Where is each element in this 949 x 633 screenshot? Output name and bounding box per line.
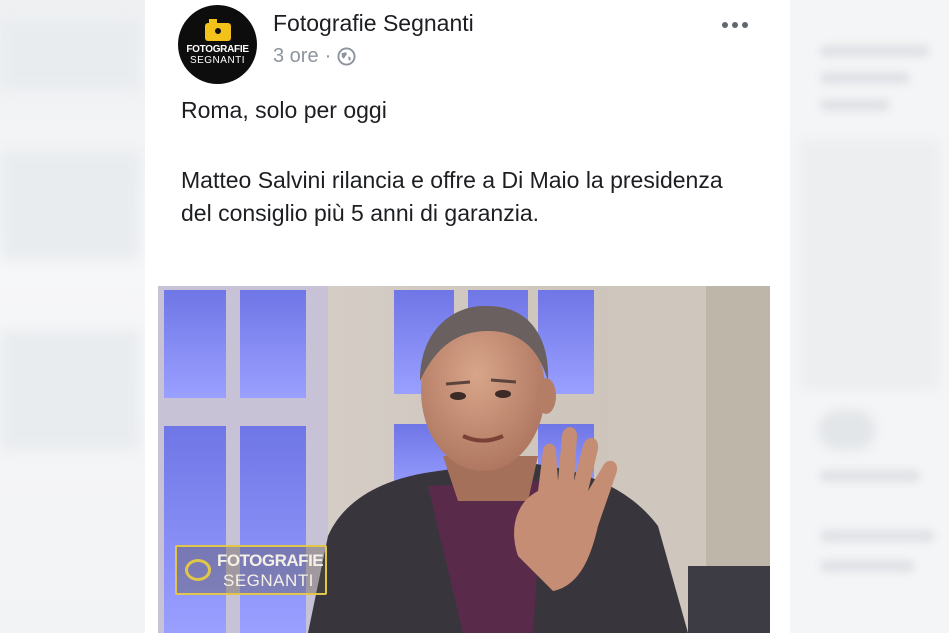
blurred-block xyxy=(0,20,140,90)
blurred-avatar xyxy=(818,410,876,450)
blurred-text xyxy=(820,45,930,57)
globe-icon xyxy=(337,47,356,66)
post-video[interactable]: FOTOGRAFIE SEGNANTI xyxy=(158,286,770,633)
more-dot xyxy=(742,22,748,28)
more-dot xyxy=(722,22,728,28)
blurred-text xyxy=(820,470,920,482)
camera-logo-icon xyxy=(204,19,231,41)
background-left-column xyxy=(0,0,145,633)
page-name-link[interactable]: Fotografie Segnanti xyxy=(273,10,474,37)
watermark-line2: SEGNANTI xyxy=(223,571,314,590)
blurred-image xyxy=(800,140,940,390)
background-right-column xyxy=(790,0,949,633)
page-avatar[interactable]: FOTOGRAFIE SEGNANTI xyxy=(178,5,257,84)
post-text-body: Matteo Salvini rilancia e offre a Di Mai… xyxy=(181,167,723,226)
video-watermark: FOTOGRAFIE SEGNANTI xyxy=(175,545,327,595)
post-meta: 3 ore · xyxy=(273,45,356,68)
more-dot xyxy=(732,22,738,28)
blurred-block xyxy=(0,150,140,260)
avatar-logo-line2: SEGNANTI xyxy=(189,55,246,66)
facebook-post: FOTOGRAFIE SEGNANTI Fotografie Segnanti … xyxy=(145,0,790,633)
avatar-logo-line1: FOTOGRAFIE xyxy=(186,44,249,55)
blurred-text xyxy=(820,99,890,111)
more-options-button[interactable] xyxy=(715,10,755,40)
blurred-text xyxy=(820,530,935,542)
meta-separator: · xyxy=(324,45,332,67)
blurred-text xyxy=(820,560,915,572)
blurred-text xyxy=(820,72,910,84)
watermark-line1: FOTOGRAFIE xyxy=(217,551,324,570)
post-text-line1: Roma, solo per oggi xyxy=(181,97,387,123)
post-timestamp[interactable]: 3 ore xyxy=(273,45,319,68)
camera-logo-icon xyxy=(185,559,211,581)
blurred-block xyxy=(0,330,140,450)
